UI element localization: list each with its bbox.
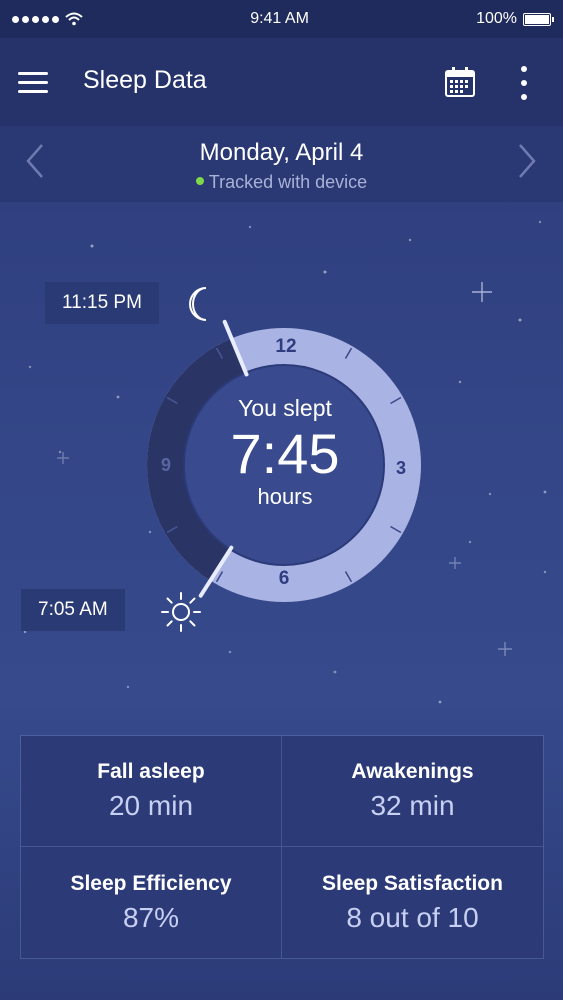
stat-fall-asleep[interactable]: Fall asleep 20 min: [21, 736, 282, 847]
you-slept-label: You slept: [238, 395, 332, 421]
menu-icon[interactable]: [18, 72, 48, 94]
stat-value: 87%: [122, 901, 180, 933]
sleep-summary: You slept 7:45 hours: [188, 395, 382, 510]
signal-icon: [12, 15, 59, 23]
app-bar: Sleep Data: [0, 38, 563, 126]
tracking-status-text: Tracked with device: [208, 172, 368, 192]
status-time: 9:41 AM: [250, 10, 309, 27]
stat-value: 8 out of 10: [346, 901, 479, 933]
stat-label: Awakenings: [351, 760, 474, 783]
moon-icon: [189, 287, 207, 321]
wifi-icon: [65, 12, 83, 26]
stat-sleep-satisfaction[interactable]: Sleep Satisfaction 8 out of 10: [282, 847, 543, 958]
sleep-duration: 7:45: [230, 422, 340, 485]
dial-label-12: 12: [275, 336, 296, 357]
dial-label-3: 3: [396, 458, 406, 478]
page-title: Sleep Data: [83, 66, 207, 94]
status-bar: 9:41 AM 100%: [0, 0, 563, 38]
wake-time-label: 7:05 AM: [21, 589, 125, 631]
more-options-icon[interactable]: [514, 66, 534, 100]
sleep-stats-grid: Fall asleep 20 min Awakenings 32 min Sle…: [20, 735, 544, 959]
dial-label-9: 9: [161, 455, 171, 475]
battery-icon: [523, 12, 554, 26]
stat-label: Fall asleep: [97, 760, 205, 783]
stat-value: 20 min: [108, 790, 194, 821]
signal-wifi-group: [12, 12, 83, 26]
tracked-dot-icon: [195, 177, 204, 186]
battery-level: [525, 14, 549, 24]
stat-awakenings[interactable]: Awakenings 32 min: [282, 736, 543, 847]
date-label: Monday, April 4: [199, 139, 364, 166]
stat-label: Sleep Satisfaction: [322, 871, 503, 895]
battery-percent: 100%: [476, 10, 517, 27]
dial-label-6: 6: [279, 568, 290, 589]
stat-sleep-efficiency[interactable]: Sleep Efficiency 87%: [21, 847, 282, 958]
bedtime-label: 11:15 PM: [45, 282, 159, 324]
date-navigator: Monday, April 4 Tracked with device: [0, 126, 563, 202]
stat-value: 32 min: [370, 790, 455, 821]
tracking-status: Tracked with device: [0, 172, 563, 193]
stat-label: Sleep Efficiency: [70, 871, 232, 895]
duration-unit: hours: [257, 484, 313, 509]
chevron-right-icon[interactable]: [512, 141, 542, 181]
calendar-icon[interactable]: [444, 66, 476, 98]
sun-icon: [161, 592, 201, 632]
